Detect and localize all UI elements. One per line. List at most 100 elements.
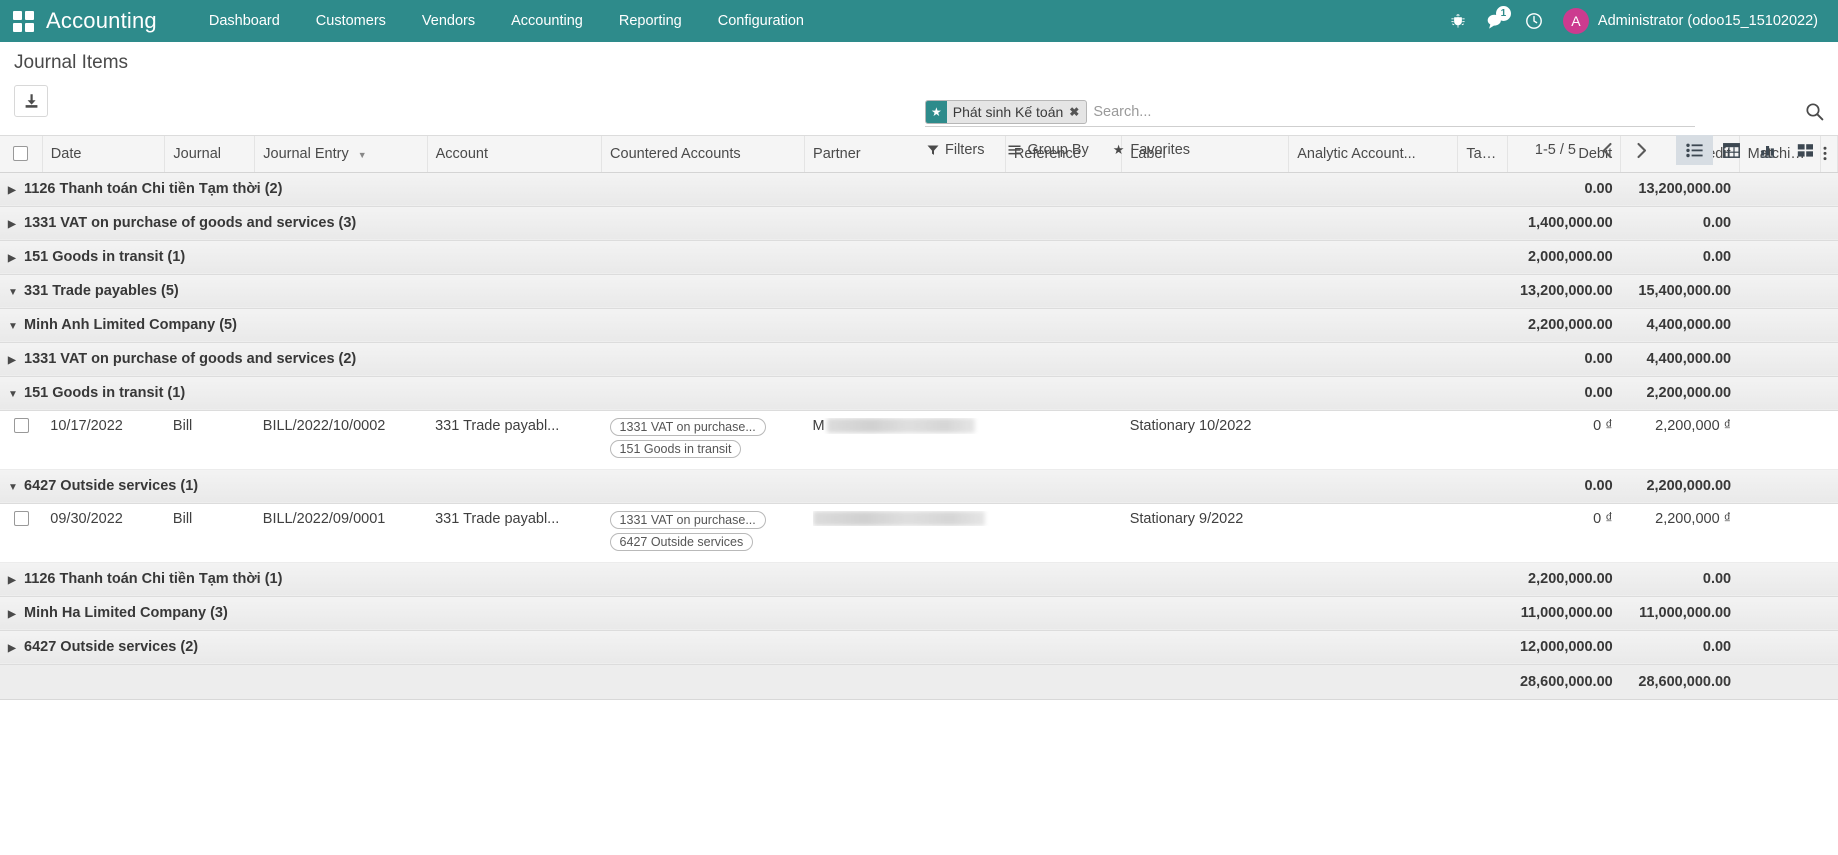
menu-item-accounting[interactable]: Accounting xyxy=(493,0,601,42)
cell-spacer xyxy=(1820,410,1838,470)
group-row-credit: 15,400,000.00 xyxy=(1620,273,1740,309)
group-row-spacer xyxy=(1820,629,1838,665)
close-icon[interactable]: ✖ xyxy=(1067,101,1086,123)
user-menu-button[interactable]: A Administrator (odoo15_15102022) xyxy=(1553,0,1824,42)
group-row-matching xyxy=(1739,629,1821,665)
group-row-label-cell[interactable]: ▶ 1331 VAT on purchase of goods and servi… xyxy=(0,205,1508,241)
group-row-debit: 13,200,000.00 xyxy=(1507,273,1621,309)
journal-items-table: Date Journal Journal Entry ▼ Account Cou… xyxy=(0,136,1838,700)
menu-item-reporting[interactable]: Reporting xyxy=(601,0,700,42)
table-row[interactable]: 09/30/2022 Bill BILL/2022/09/0001 331 Trade… xyxy=(0,503,1838,563)
group-row-label-cell[interactable]: ▼ 331 Trade payables (5) xyxy=(0,273,1508,309)
totals-spacer xyxy=(1820,663,1838,700)
group-row-label-cell[interactable]: ▼ 6427 Outside services (1) xyxy=(0,468,1508,504)
cell-debit: 0 ₫ xyxy=(1507,503,1621,563)
row-checkbox[interactable] xyxy=(13,511,29,527)
cell-taxes xyxy=(1457,410,1508,470)
search-facet-favorite[interactable]: ★ Phát sinh Kế toán ✖ xyxy=(925,100,1088,124)
group-row-label-cell[interactable]: ▶ 1331 VAT on purchase of goods and servi… xyxy=(0,341,1508,377)
group-row-credit: 0.00 xyxy=(1620,629,1740,665)
cell-matching xyxy=(1739,410,1821,470)
apps-menu-button[interactable] xyxy=(10,8,36,34)
pivot-view-button[interactable] xyxy=(1713,135,1750,165)
group-row-debit: 0.00 xyxy=(1507,341,1621,377)
group-row[interactable]: ▼ 6427 Outside services (1) 0.00 2,200,000.… xyxy=(0,468,1838,504)
menu-item-dashboard[interactable]: Dashboard xyxy=(191,0,298,42)
menu-item-configuration[interactable]: Configuration xyxy=(700,0,822,42)
group-row[interactable]: ▶ 6427 Outside services (2) 12,000,000.00 0… xyxy=(0,629,1838,665)
download-button[interactable] xyxy=(14,85,48,117)
partner-value xyxy=(812,510,998,526)
table-row[interactable]: 10/17/2022 Bill BILL/2022/10/0002 331 Trade… xyxy=(0,410,1838,470)
kanban-view-button[interactable] xyxy=(1787,135,1824,165)
group-by-dropdown-button[interactable]: Group By xyxy=(1006,142,1100,158)
group-row[interactable]: ▶ Minh Ha Limited Company (3) 11,000,000.0… xyxy=(0,595,1838,631)
column-header-countered-accounts[interactable]: Countered Accounts xyxy=(601,136,806,173)
menu-item-customers[interactable]: Customers xyxy=(298,0,404,42)
cell-label: Stationary 9/2022 xyxy=(1121,503,1289,563)
cell-credit: 2,200,000 ₫ xyxy=(1620,503,1740,563)
group-row-credit: 2,200,000.00 xyxy=(1620,375,1740,411)
caret-right-icon: ▶ xyxy=(8,185,16,196)
column-header-account[interactable]: Account xyxy=(427,136,603,173)
group-row-label: 151 Goods in transit (1) xyxy=(24,385,186,401)
countered-account-tag: 1331 VAT on purchase... xyxy=(609,510,766,529)
group-row[interactable]: ▶ 1331 VAT on purchase of goods and servi… xyxy=(0,205,1838,241)
group-row[interactable]: ▼ 331 Trade payables (5) 13,200,000.00 15,4… xyxy=(0,273,1838,309)
search-icon[interactable] xyxy=(1805,102,1824,121)
control-panel: Journal Items ★ Phát sinh Kế toán ✖ Filt… xyxy=(0,42,1838,165)
partner-value: M xyxy=(813,418,998,434)
group-row[interactable]: ▶ 1331 VAT on purchase of goods and servi… xyxy=(0,341,1838,377)
cell-analytic-account xyxy=(1288,503,1458,563)
group-row-label-cell[interactable]: ▶ 1126 Thanh toán Chi tiền Tạm thời (2) xyxy=(0,171,1508,207)
group-row-label-cell[interactable]: ▼ 151 Goods in transit (1) xyxy=(0,375,1508,411)
debug-menu-button[interactable] xyxy=(1439,0,1477,42)
group-row[interactable]: ▶ 1126 Thanh toán Chi tiền Tạm thời (2) 0.… xyxy=(0,171,1838,207)
group-row-label-cell[interactable]: ▶ 151 Goods in transit (1) xyxy=(0,239,1508,275)
group-row-label-cell[interactable]: ▶ Minh Ha Limited Company (3) xyxy=(0,595,1508,631)
group-row-label: 1331 VAT on purchase of goods and servic… xyxy=(24,215,357,231)
group-row-label-cell[interactable]: ▼ Minh Anh Limited Company (5) xyxy=(0,307,1508,343)
select-all-checkbox[interactable] xyxy=(13,146,29,162)
filters-dropdown-button[interactable]: Filters xyxy=(925,142,996,158)
cell-date: 10/17/2022 xyxy=(42,410,165,470)
cell-journal: Bill xyxy=(164,503,255,563)
kanban-icon xyxy=(1797,143,1813,157)
menu-item-vendors[interactable]: Vendors xyxy=(404,0,493,42)
chevron-right-icon xyxy=(1636,142,1646,158)
messaging-menu-button[interactable]: 1 xyxy=(1477,0,1515,42)
activity-menu-button[interactable] xyxy=(1515,0,1553,42)
column-header-date[interactable]: Date xyxy=(42,136,166,173)
cell-taxes xyxy=(1457,503,1508,563)
group-row-label: Minh Anh Limited Company (5) xyxy=(24,317,237,333)
table-icon xyxy=(1723,142,1740,158)
group-row-credit: 11,000,000.00 xyxy=(1620,595,1740,631)
group-row[interactable]: ▼ 151 Goods in transit (1) 0.00 2,200,000.0… xyxy=(0,375,1838,411)
pager-next-button[interactable] xyxy=(1624,135,1658,165)
pager-value[interactable]: 1-5 / 5 xyxy=(1535,142,1576,158)
graph-view-button[interactable] xyxy=(1750,135,1787,165)
group-row[interactable]: ▼ Minh Anh Limited Company (5) 2,200,000.0… xyxy=(0,307,1838,343)
star-icon: ★ xyxy=(926,101,947,123)
app-brand-accounting[interactable]: Accounting xyxy=(42,8,157,34)
search-input[interactable] xyxy=(1093,102,1695,122)
cell-countered-accounts: 1331 VAT on purchase... 151 Goods in tran… xyxy=(601,410,805,470)
list-view-button[interactable] xyxy=(1676,135,1713,165)
group-row-label-cell[interactable]: ▶ 1126 Thanh toán Chi tiền Tạm thời (1) xyxy=(0,561,1508,597)
group-row[interactable]: ▶ 1126 Thanh toán Chi tiền Tạm thời (1) 2,… xyxy=(0,561,1838,597)
favorites-dropdown-button[interactable]: ★ Favorites xyxy=(1111,142,1202,158)
column-header-journal[interactable]: Journal xyxy=(164,136,256,173)
pager-previous-button[interactable] xyxy=(1590,135,1624,165)
group-row-debit: 12,000,000.00 xyxy=(1507,629,1621,665)
column-header-journal-entry[interactable]: Journal Entry ▼ xyxy=(254,136,428,173)
caret-right-icon: ▶ xyxy=(8,609,16,620)
group-row[interactable]: ▶ 151 Goods in transit (1) 2,000,000.00 0.0… xyxy=(0,239,1838,275)
star-icon: ★ xyxy=(1112,142,1125,157)
user-name-label: Administrator (odoo15_15102022) xyxy=(1597,13,1818,29)
group-row-spacer xyxy=(1820,561,1838,597)
group-row-label-cell[interactable]: ▶ 6427 Outside services (2) xyxy=(0,629,1508,665)
group-row-credit: 4,400,000.00 xyxy=(1620,341,1740,377)
caret-down-icon: ▼ xyxy=(357,149,367,160)
group-row-debit: 2,200,000.00 xyxy=(1507,561,1621,597)
row-checkbox[interactable] xyxy=(13,418,29,434)
